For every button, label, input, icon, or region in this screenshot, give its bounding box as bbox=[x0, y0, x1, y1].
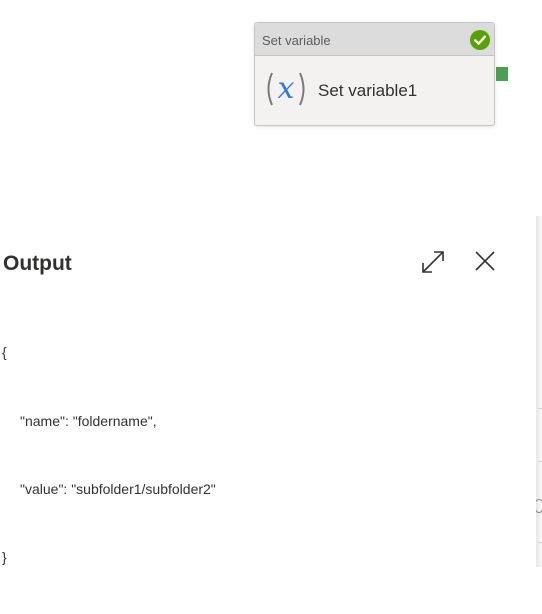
variable-x-icon: x bbox=[267, 71, 305, 106]
background-divider bbox=[538, 408, 542, 409]
activity-type-label: Set variable bbox=[262, 33, 331, 48]
output-panel: Output { "name": "foldername", "value": … bbox=[0, 216, 536, 567]
json-line-name: "name": "foldername", bbox=[2, 410, 216, 433]
expand-button[interactable] bbox=[419, 248, 447, 276]
json-name-text: "name": "foldername", bbox=[20, 412, 157, 429]
panel-title: Output bbox=[3, 252, 72, 275]
json-value-text: "value": "subfolder1/subfolder2" bbox=[20, 480, 216, 497]
json-close-brace: } bbox=[2, 548, 7, 565]
output-json: { "name": "foldername", "value": "subfol… bbox=[2, 296, 216, 614]
panel-edge-shadow bbox=[536, 216, 542, 567]
activity-body: x Set variable1 bbox=[255, 56, 494, 126]
success-check-icon bbox=[470, 30, 490, 50]
background-divider bbox=[538, 461, 542, 462]
activity-header: Set variable bbox=[255, 23, 494, 56]
json-line-value: "value": "subfolder1/subfolder2" bbox=[2, 478, 216, 501]
close-icon bbox=[475, 251, 495, 271]
set-variable-activity[interactable]: Set variable x Set variable1 bbox=[254, 22, 495, 126]
background-divider bbox=[538, 542, 542, 543]
activity-name: Set variable1 bbox=[318, 81, 418, 100]
info-icon bbox=[535, 499, 542, 513]
json-open-brace: { bbox=[2, 344, 7, 361]
close-button[interactable] bbox=[471, 247, 499, 275]
expand-icon bbox=[422, 251, 444, 273]
activity-output-port[interactable] bbox=[496, 67, 508, 81]
svg-text:x: x bbox=[278, 71, 295, 106]
